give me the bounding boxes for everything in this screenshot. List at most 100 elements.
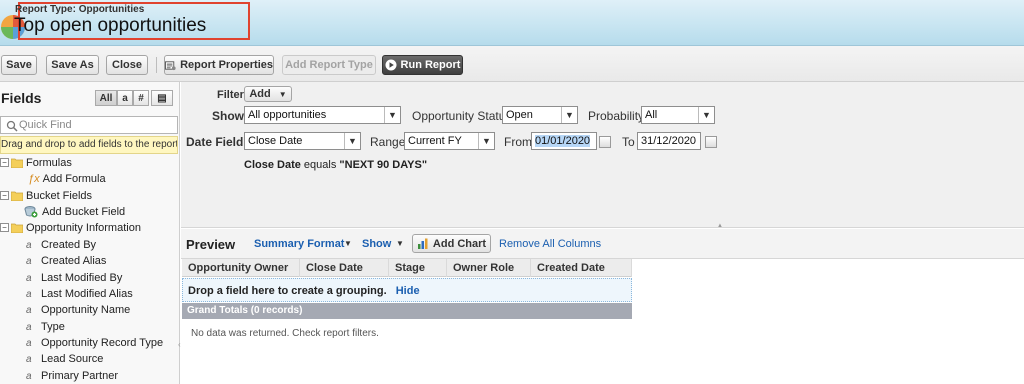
hide-link[interactable]: Hide [396, 285, 420, 297]
column-header[interactable]: Owner Role [447, 259, 531, 277]
search-icon [6, 120, 18, 132]
grand-totals-label: Grand Totals (0 records) [187, 305, 303, 316]
tree-item-add-formula[interactable]: ƒx Add Formula [28, 171, 106, 186]
text-field-icon: a [26, 239, 32, 251]
chevron-down-icon: ▼ [344, 133, 360, 149]
status-select-value: Open [506, 109, 533, 121]
tree-field-opportunity-name[interactable]: a Opportunity Name [26, 302, 130, 317]
show-select-value: All opportunities [248, 109, 327, 121]
probability-label: Probability [588, 109, 645, 123]
tree-field-created-alias[interactable]: a Created Alias [26, 253, 106, 268]
probability-select-value: All [645, 109, 658, 121]
text-field-icon: a [26, 370, 32, 382]
show-menu[interactable]: Show [362, 238, 391, 250]
grand-totals-row: Grand Totals (0 records) [182, 303, 632, 319]
tree-folder-bucket-fields[interactable]: − Bucket Fields [0, 188, 92, 203]
collapse-toggle-icon[interactable]: − [0, 158, 9, 167]
active-filter-summary[interactable]: Close Date equals "NEXT 90 DAYS" [244, 159, 427, 171]
quick-find-input[interactable] [19, 118, 174, 132]
text-field-icon: a [26, 337, 32, 349]
bucket-add-icon [24, 206, 38, 218]
save-as-button[interactable]: Save As [46, 55, 99, 75]
to-date-value: 31/12/2020 [641, 135, 697, 147]
chevron-down-icon: ▼ [278, 89, 287, 99]
chevron-down-icon: ▼ [478, 133, 494, 149]
add-filter-button[interactable]: Add ▼ [244, 86, 292, 102]
show-label: Show [212, 109, 244, 123]
run-report-label: Run Report [400, 59, 461, 71]
folder-icon [11, 158, 23, 168]
column-header[interactable]: Created Date [531, 259, 632, 277]
grouping-drop-text: Drop a field here to create a grouping. … [188, 285, 420, 297]
add-chart-button[interactable]: Add Chart [412, 234, 491, 253]
column-header[interactable]: Stage [389, 259, 447, 277]
report-properties-button[interactable]: Report Properties [164, 55, 274, 75]
formula-icon: ƒx [28, 172, 40, 185]
calendar-icon[interactable] [705, 136, 717, 148]
status-select[interactable]: Open ▼ [502, 106, 578, 124]
date-field-select-value: Close Date [248, 135, 303, 147]
quick-find-box [0, 116, 178, 134]
toolbar-divider [156, 57, 157, 73]
fields-title: Fields [1, 90, 42, 106]
tree-field-type[interactable]: a Type [26, 319, 65, 334]
column-header[interactable]: Opportunity Owner [182, 259, 300, 277]
date-field-select[interactable]: Close Date ▼ [244, 132, 361, 150]
drag-drop-hint: Drag and drop to add fields to the repor… [0, 136, 178, 154]
tree-item-add-bucket-field[interactable]: Add Bucket Field [24, 204, 125, 219]
status-label: Opportunity Status [412, 109, 512, 123]
from-date-value: 01/01/2020 [535, 135, 591, 147]
collapse-toggle-icon[interactable]: − [0, 223, 9, 232]
play-icon [385, 59, 397, 71]
preview-toolbar: Preview Summary Format ▼ Show ▼ Add Char… [181, 229, 1024, 259]
column-header[interactable]: Close Date [300, 259, 389, 277]
range-select[interactable]: Current FY ▼ [404, 132, 495, 150]
report-properties-label: Report Properties [180, 59, 273, 71]
tree-field-created-by[interactable]: a Created By [26, 237, 96, 252]
collapse-toggle-icon[interactable]: − [0, 191, 9, 200]
text-field-icon: a [26, 353, 32, 365]
summary-format-menu[interactable]: Summary Format [254, 238, 344, 250]
save-button[interactable]: Save [1, 55, 37, 75]
filters-panel: Filters Add ▼ Show All opportunities ▼ O… [181, 82, 1024, 229]
text-field-icon: a [26, 288, 32, 300]
run-report-button[interactable]: Run Report [382, 55, 463, 75]
add-filter-label: Add [249, 88, 271, 100]
filter-field-name: Close Date [244, 159, 301, 171]
tree-folder-opportunity-information[interactable]: − Opportunity Information [0, 220, 141, 235]
tree-folder-formulas[interactable]: − Formulas [0, 155, 72, 170]
remove-all-columns-link[interactable]: Remove All Columns [499, 238, 601, 250]
probability-select[interactable]: All ▼ [641, 106, 715, 124]
close-button[interactable]: Close [106, 55, 148, 75]
tree-field-last-modified-by[interactable]: a Last Modified By [26, 270, 122, 285]
range-select-value: Current FY [408, 135, 462, 147]
tree-field-lead-source[interactable]: a Lead Source [26, 351, 103, 366]
from-date-input[interactable]: 01/01/2020 [531, 132, 597, 150]
text-field-icon: a [26, 321, 32, 333]
date-field-label: Date Field [186, 135, 244, 149]
from-label: From [504, 135, 532, 149]
show-select[interactable]: All opportunities ▼ [244, 106, 401, 124]
tree-field-opportunity-record-type[interactable]: a Opportunity Record Type [26, 335, 163, 350]
page-header: Report Type: Opportunities Top open oppo… [0, 0, 1024, 46]
text-field-icon: a [26, 272, 32, 284]
grouping-drop-zone[interactable]: Drop a field here to create a grouping. … [182, 278, 632, 302]
text-field-icon: a [26, 255, 32, 267]
chevron-down-icon[interactable]: ▼ [344, 239, 352, 248]
preview-column-headers: Opportunity Owner Close Date Stage Owner… [182, 259, 632, 277]
to-date-input[interactable]: 31/12/2020 [637, 132, 701, 150]
add-report-type-button[interactable]: Add Report Type [282, 55, 376, 75]
calendar-icon[interactable] [599, 136, 611, 148]
dropzone-text: Drop a field here to create a grouping. [188, 285, 387, 297]
chevron-down-icon[interactable]: ▼ [396, 239, 404, 248]
field-filter-number[interactable]: # [133, 90, 149, 106]
field-filter-all[interactable]: All [95, 90, 117, 106]
field-filter-text[interactable]: a [117, 90, 133, 106]
tree-field-last-modified-alias[interactable]: a Last Modified Alias [26, 286, 133, 301]
tree-field-primary-partner[interactable]: a Primary Partner [26, 368, 118, 383]
range-label: Range [370, 135, 406, 149]
filter-operator: equals [303, 159, 337, 171]
fields-panel: Fields All a # ▤ Drag and drop to add fi… [0, 82, 181, 384]
page-title: Top open opportunities [14, 15, 207, 36]
field-filter-date[interactable]: ▤ [151, 90, 173, 106]
